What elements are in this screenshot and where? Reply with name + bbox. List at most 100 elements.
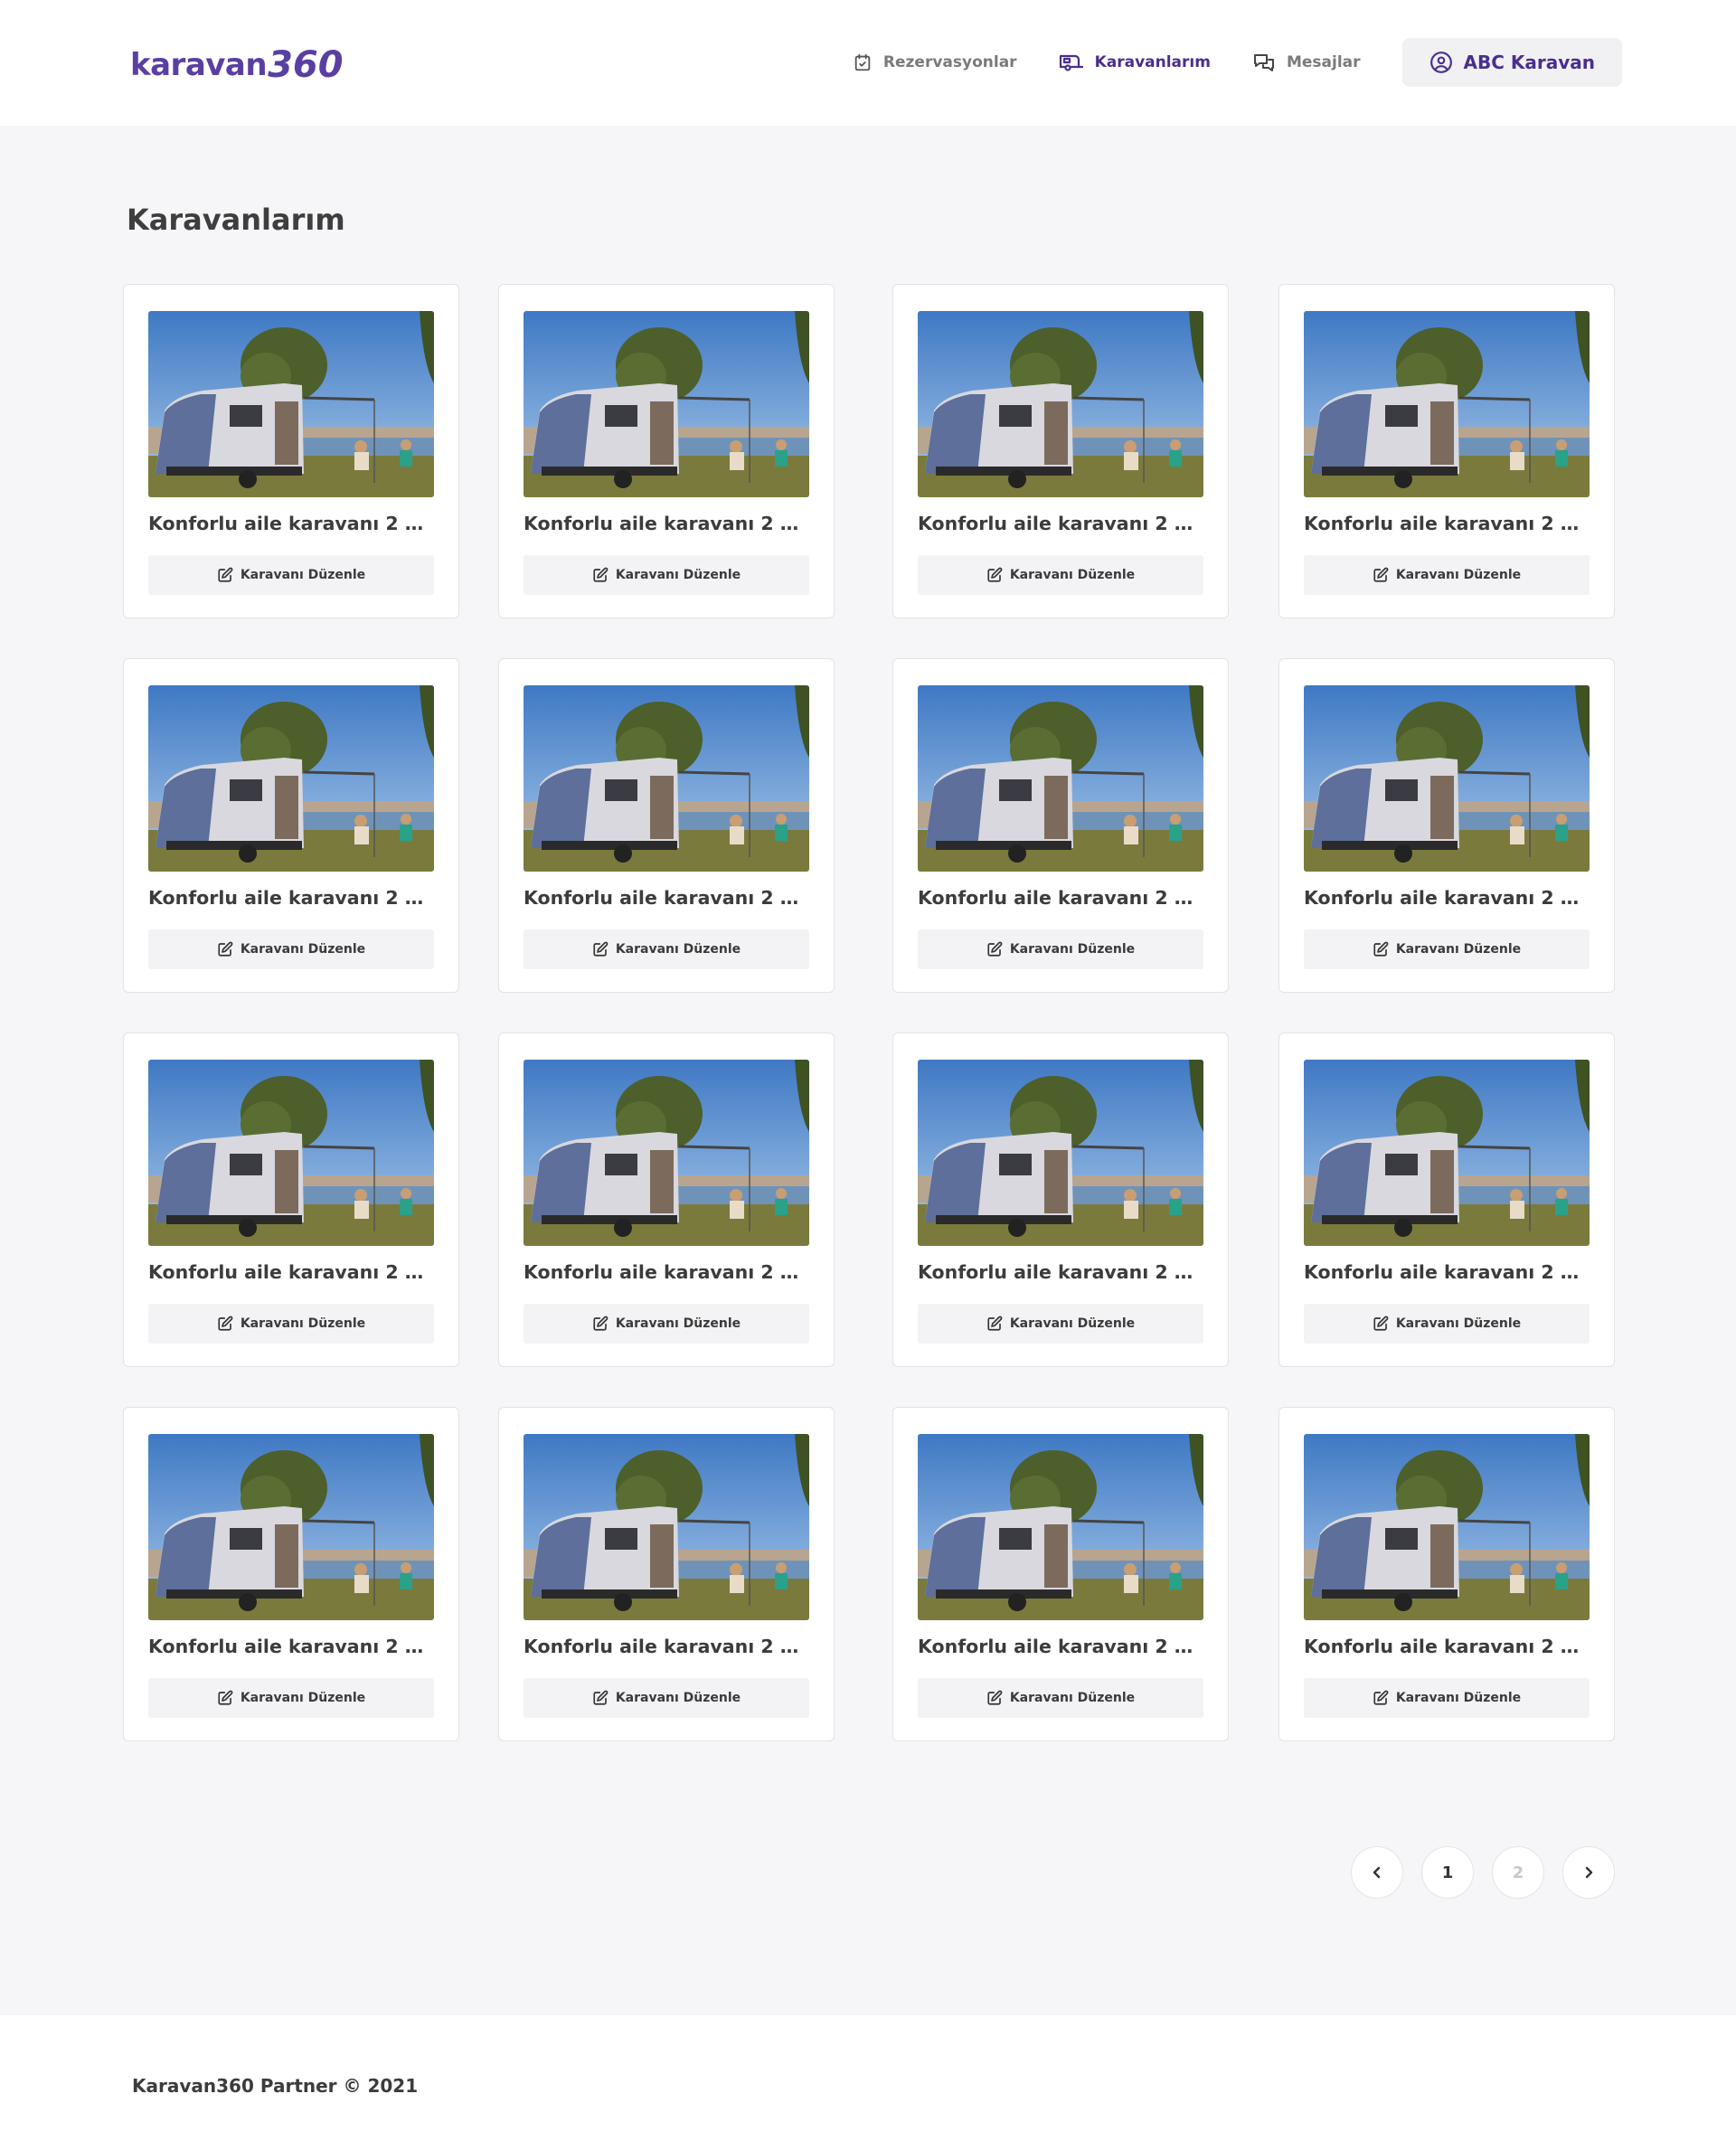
caravan-title[interactable]: Konforlu aile karavanı 2 yatak odalı bbox=[1304, 887, 1590, 909]
caravan-title[interactable]: Konforlu aile karavanı 2 yatak odalı bbox=[524, 1636, 809, 1657]
edit-caravan-button[interactable]: Karavanı Düzenle bbox=[1304, 1678, 1590, 1718]
edit-caravan-button[interactable]: Karavanı Düzenle bbox=[1304, 555, 1590, 595]
page-button-2[interactable]: 2 bbox=[1492, 1846, 1544, 1899]
edit-caravan-button[interactable]: Karavanı Düzenle bbox=[524, 1304, 809, 1344]
nav-item-rezervasyonlar[interactable]: Rezervasyonlar bbox=[853, 52, 1017, 72]
nav-label-mesajlar: Mesajlar bbox=[1286, 53, 1361, 71]
caravan-photo bbox=[524, 1060, 809, 1246]
user-name: ABC Karavan bbox=[1463, 52, 1596, 73]
edit-caravan-label: Karavanı Düzenle bbox=[1009, 942, 1136, 957]
edit-icon bbox=[987, 1316, 1003, 1331]
edit-caravan-button[interactable]: Karavanı Düzenle bbox=[918, 555, 1203, 595]
edit-caravan-label: Karavanı Düzenle bbox=[240, 1691, 366, 1705]
caravan-title[interactable]: Konforlu aile karavanı 2 yatak odalı bbox=[524, 513, 809, 534]
page-button-1[interactable]: 1 bbox=[1421, 1846, 1474, 1899]
caravan-title[interactable]: Konforlu aile karavanı 2 yatak odalı bbox=[524, 887, 809, 909]
edit-caravan-button[interactable]: Karavanı Düzenle bbox=[524, 555, 809, 595]
edit-caravan-label: Karavanı Düzenle bbox=[1395, 1316, 1522, 1331]
edit-caravan-label: Karavanı Düzenle bbox=[1009, 568, 1136, 582]
caravan-title[interactable]: Konforlu aile karavanı 2 yatak odalı bbox=[1304, 1261, 1590, 1283]
caravan-image[interactable] bbox=[524, 1060, 809, 1246]
nav-item-karavanlarim[interactable]: Karavanlarım bbox=[1059, 52, 1211, 72]
caravan-title[interactable]: Konforlu aile karavanı 2 yatak odalı bbox=[524, 1261, 809, 1283]
edit-caravan-button[interactable]: Karavanı Düzenle bbox=[148, 1678, 434, 1718]
caravan-photo bbox=[148, 1060, 434, 1246]
nav-label-karavanlarim: Karavanlarım bbox=[1094, 53, 1211, 71]
caravan-title[interactable]: Konforlu aile karavanı 2 yatak odalı bbox=[148, 887, 434, 909]
edit-caravan-label: Karavanı Düzenle bbox=[615, 942, 741, 957]
user-circle-icon bbox=[1429, 52, 1452, 73]
edit-icon bbox=[593, 1316, 609, 1331]
edit-caravan-label: Karavanı Düzenle bbox=[240, 568, 366, 582]
caravan-image[interactable] bbox=[918, 311, 1203, 497]
caravan-card: Konforlu aile karavanı 2 yatak odalı Kar… bbox=[1278, 658, 1615, 993]
edit-icon bbox=[987, 1690, 1003, 1705]
caravan-title[interactable]: Konforlu aile karavanı 2 yatak odalı bbox=[918, 513, 1203, 534]
caravan-title[interactable]: Konforlu aile karavanı 2 yatak odalı bbox=[148, 1261, 434, 1283]
next-page-button[interactable] bbox=[1562, 1846, 1615, 1899]
edit-caravan-button[interactable]: Karavanı Düzenle bbox=[918, 1304, 1203, 1344]
chevron-right-icon bbox=[1585, 1866, 1593, 1879]
caravan-card: Konforlu aile karavanı 2 yatak odalı Kar… bbox=[892, 1407, 1229, 1741]
edit-icon bbox=[218, 941, 233, 957]
caravan-image[interactable] bbox=[148, 1060, 434, 1246]
edit-caravan-label: Karavanı Düzenle bbox=[1395, 568, 1522, 582]
caravan-card: Konforlu aile karavanı 2 yatak odalı Kar… bbox=[498, 658, 835, 993]
caravan-icon bbox=[1059, 54, 1083, 71]
edit-icon bbox=[218, 1316, 233, 1331]
edit-caravan-button[interactable]: Karavanı Düzenle bbox=[148, 1304, 434, 1344]
caravan-image[interactable] bbox=[918, 685, 1203, 872]
caravan-image[interactable] bbox=[1304, 685, 1590, 872]
edit-icon bbox=[1373, 1316, 1389, 1331]
chat-icon bbox=[1253, 54, 1274, 71]
caravan-card: Konforlu aile karavanı 2 yatak odalı Kar… bbox=[1278, 1407, 1615, 1741]
logo-number: 360 bbox=[268, 44, 344, 86]
caravan-image[interactable] bbox=[1304, 1060, 1590, 1246]
caravan-image[interactable] bbox=[1304, 311, 1590, 497]
page-title: Karavanlarım bbox=[127, 203, 345, 237]
caravan-photo bbox=[524, 311, 809, 497]
edit-caravan-button[interactable]: Karavanı Düzenle bbox=[918, 929, 1203, 969]
caravan-title[interactable]: Konforlu aile karavanı 2 yatak odalı bbox=[148, 1636, 434, 1657]
caravan-card: Konforlu aile karavanı 2 yatak odalı Kar… bbox=[892, 1033, 1229, 1367]
edit-caravan-button[interactable]: Karavanı Düzenle bbox=[918, 1678, 1203, 1718]
caravan-photo bbox=[524, 1434, 809, 1620]
main-nav: Rezervasyonlar Karavanlarım Mesajlar ABC… bbox=[811, 38, 1622, 87]
caravan-card: Konforlu aile karavanı 2 yatak odalı Kar… bbox=[498, 1033, 835, 1367]
nav-item-mesajlar[interactable]: Mesajlar bbox=[1252, 52, 1361, 72]
edit-caravan-button[interactable]: Karavanı Düzenle bbox=[148, 929, 434, 969]
caravan-image[interactable] bbox=[524, 1434, 809, 1620]
caravan-image[interactable] bbox=[148, 1434, 434, 1620]
caravan-image[interactable] bbox=[918, 1434, 1203, 1620]
prev-page-button[interactable] bbox=[1351, 1846, 1403, 1899]
caravan-image[interactable] bbox=[524, 685, 809, 872]
caravan-title[interactable]: Konforlu aile karavanı 2 yatak odalı bbox=[1304, 513, 1590, 534]
edit-caravan-button[interactable]: Karavanı Düzenle bbox=[148, 555, 434, 595]
caravan-title[interactable]: Konforlu aile karavanı 2 yatak odalı bbox=[918, 1636, 1203, 1657]
caravan-image[interactable] bbox=[148, 685, 434, 872]
edit-caravan-button[interactable]: Karavanı Düzenle bbox=[524, 1678, 809, 1718]
caravan-photo bbox=[918, 1060, 1203, 1246]
nav-label-rezervasyonlar: Rezervasyonlar bbox=[882, 53, 1017, 71]
caravan-card: Konforlu aile karavanı 2 yatak odalı Kar… bbox=[1278, 1033, 1615, 1367]
footer-copyright: Karavan360 Partner © 2021 bbox=[132, 2075, 419, 2097]
edit-icon bbox=[1373, 567, 1389, 582]
logo-text: karavan bbox=[130, 47, 268, 83]
brand-logo[interactable]: karavan 360 bbox=[130, 36, 344, 94]
caravan-image[interactable] bbox=[148, 311, 434, 497]
caravan-image[interactable] bbox=[524, 311, 809, 497]
caravan-photo bbox=[1304, 685, 1590, 872]
caravan-title[interactable]: Konforlu aile karavanı 2 yatak odalı bbox=[1304, 1636, 1590, 1657]
top-header: karavan 360 Rezervasyonlar Karavanlarım … bbox=[0, 0, 1736, 126]
caravan-image[interactable] bbox=[918, 1060, 1203, 1246]
edit-caravan-button[interactable]: Karavanı Düzenle bbox=[1304, 929, 1590, 969]
edit-caravan-button[interactable]: Karavanı Düzenle bbox=[524, 929, 809, 969]
caravan-title[interactable]: Konforlu aile karavanı 2 yatak odalı bbox=[918, 887, 1203, 909]
caravan-title[interactable]: Konforlu aile karavanı 2 yatak odalı bbox=[148, 513, 434, 534]
edit-caravan-label: Karavanı Düzenle bbox=[1395, 1691, 1522, 1705]
caravan-image[interactable] bbox=[1304, 1434, 1590, 1620]
caravan-card: Konforlu aile karavanı 2 yatak odalı Kar… bbox=[892, 658, 1229, 993]
user-menu-button[interactable]: ABC Karavan bbox=[1401, 38, 1622, 87]
edit-caravan-button[interactable]: Karavanı Düzenle bbox=[1304, 1304, 1590, 1344]
caravan-title[interactable]: Konforlu aile karavanı 2 yatak odalı bbox=[918, 1261, 1203, 1283]
